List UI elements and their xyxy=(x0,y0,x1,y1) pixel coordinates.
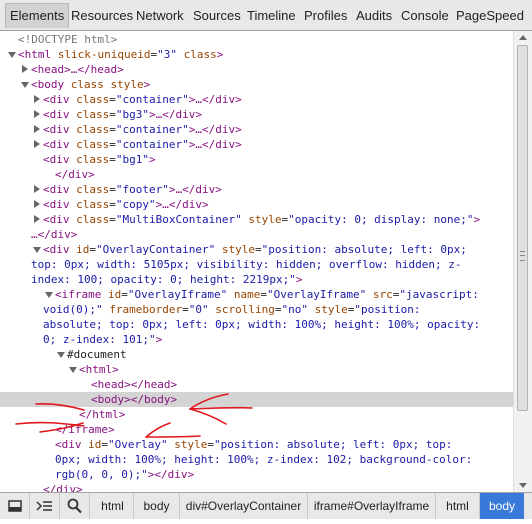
grip-icon xyxy=(520,251,525,261)
overlaycontainer-close: </div> xyxy=(43,483,83,492)
collapse-triangle-icon[interactable] xyxy=(34,125,40,133)
console-toggle-icon[interactable] xyxy=(30,493,60,519)
expand-triangle-icon[interactable] xyxy=(45,292,53,298)
div-bg3-node[interactable]: <div class="bg3">…</div> xyxy=(43,107,202,122)
breadcrumb-iframe-overlayiframe[interactable]: iframe#OverlayIframe xyxy=(308,493,436,519)
dock-icon[interactable] xyxy=(0,493,30,519)
iframe-overlayiframe-node[interactable]: <iframe id="OverlayIframe" name="Overlay… xyxy=(55,287,479,302)
breadcrumb-html-inner[interactable]: html xyxy=(436,493,480,519)
collapse-triangle-icon[interactable] xyxy=(34,140,40,148)
expand-triangle-icon[interactable] xyxy=(69,367,77,373)
inner-html-node[interactable]: <html> xyxy=(79,362,119,377)
dom-tree: <!DOCTYPE html> <html slick-uniqueid="3"… xyxy=(0,31,513,492)
div-multibox-node[interactable]: <div class="MultiBoxContainer" style="op… xyxy=(43,212,480,227)
inner-html-close: </html> xyxy=(79,408,126,421)
div-container-node[interactable]: <div class="container">…</div> xyxy=(43,137,242,152)
collapse-triangle-icon[interactable] xyxy=(34,110,40,118)
doctype-node[interactable]: <!DOCTYPE html> xyxy=(18,32,117,47)
iframe-close: </iframe> xyxy=(55,423,115,436)
body-node[interactable]: <body class style> xyxy=(31,77,150,92)
overlaycontainer-style-end: index: 100; opacity: 0; height: 2219px;"… xyxy=(31,273,303,286)
tab-timeline[interactable]: Timeline xyxy=(243,3,300,28)
overlay-style-cont: 0px; width: 100%; height: 100%; z-index:… xyxy=(55,453,473,466)
tab-console[interactable]: Console xyxy=(397,3,453,28)
scroll-up-arrow-icon[interactable] xyxy=(519,35,527,40)
html-node[interactable]: <html slick-uniqueid="3" class> xyxy=(18,47,223,62)
breadcrumb-html[interactable]: html xyxy=(92,493,134,519)
inner-head-node[interactable]: <head></head> xyxy=(91,377,177,392)
div-bg1-node[interactable]: <div class="bg1"> xyxy=(43,152,156,167)
tab-audits[interactable]: Audits xyxy=(352,3,396,28)
collapse-triangle-icon[interactable] xyxy=(34,215,40,223)
tab-pagespeed[interactable]: PageSpeed xyxy=(452,3,528,28)
expand-triangle-icon[interactable] xyxy=(33,247,41,253)
expand-triangle-icon[interactable] xyxy=(21,82,29,88)
div-container-node[interactable]: <div class="container">…</div> xyxy=(43,92,242,107)
scroll-down-arrow-icon[interactable] xyxy=(519,483,527,488)
div-bg1-close: </div> xyxy=(55,168,95,181)
inner-body-node-selected[interactable]: <body></body> xyxy=(0,392,513,407)
expand-triangle-icon[interactable] xyxy=(8,52,16,58)
collapse-triangle-icon[interactable] xyxy=(34,185,40,193)
status-bar: html body div#OverlayContainer iframe#Ov… xyxy=(0,492,532,519)
vertical-scrollbar[interactable] xyxy=(513,31,532,492)
head-node[interactable]: <head>…</head> xyxy=(31,62,124,77)
div-footer-node[interactable]: <div class="footer">…</div> xyxy=(43,182,222,197)
div-overlay-node[interactable]: <div id="Overlay" style="position: absol… xyxy=(55,437,452,452)
tab-elements[interactable]: Elements xyxy=(5,3,70,28)
div-multibox-tail: …</div> xyxy=(31,228,78,241)
breadcrumb-div-overlaycontainer[interactable]: div#OverlayContainer xyxy=(180,493,308,519)
collapse-triangle-icon[interactable] xyxy=(34,95,40,103)
overlaycontainer-style-cont: top: 0px; width: 5105px; visibility: hid… xyxy=(31,258,462,271)
tab-sources[interactable]: Sources xyxy=(189,3,245,28)
breadcrumb-body[interactable]: body xyxy=(134,493,180,519)
scrollbar-thumb[interactable] xyxy=(517,45,528,411)
document-node[interactable]: #document xyxy=(67,347,127,362)
tab-profiles[interactable]: Profiles xyxy=(300,3,351,28)
panel-tab-bar: Elements Resources Network Sources Timel… xyxy=(0,0,532,31)
collapse-triangle-icon[interactable] xyxy=(22,65,28,73)
inspect-search-icon[interactable] xyxy=(60,493,90,519)
expand-triangle-icon[interactable] xyxy=(57,352,65,358)
div-copy-node[interactable]: <div class="copy">…</div> xyxy=(43,197,209,212)
collapse-triangle-icon[interactable] xyxy=(34,200,40,208)
overlay-style-end: rgb(0, 0, 0);"></div> xyxy=(55,468,195,481)
iframe-style-cont: absolute; top: 0px; left: 0px; width: 10… xyxy=(43,318,481,331)
tab-resources[interactable]: Resources xyxy=(67,3,137,28)
iframe-attrs-cont: void(0);" frameborder="0" scrolling="no"… xyxy=(43,303,421,316)
tab-network[interactable]: Network xyxy=(132,3,188,28)
iframe-style-end: 0; z-index: 101;"> xyxy=(43,333,163,346)
breadcrumb-body-selected[interactable]: body xyxy=(480,493,524,519)
div-overlaycontainer-node[interactable]: <div id="OverlayContainer" style="positi… xyxy=(43,242,467,257)
div-container-node[interactable]: <div class="container">…</div> xyxy=(43,122,242,137)
